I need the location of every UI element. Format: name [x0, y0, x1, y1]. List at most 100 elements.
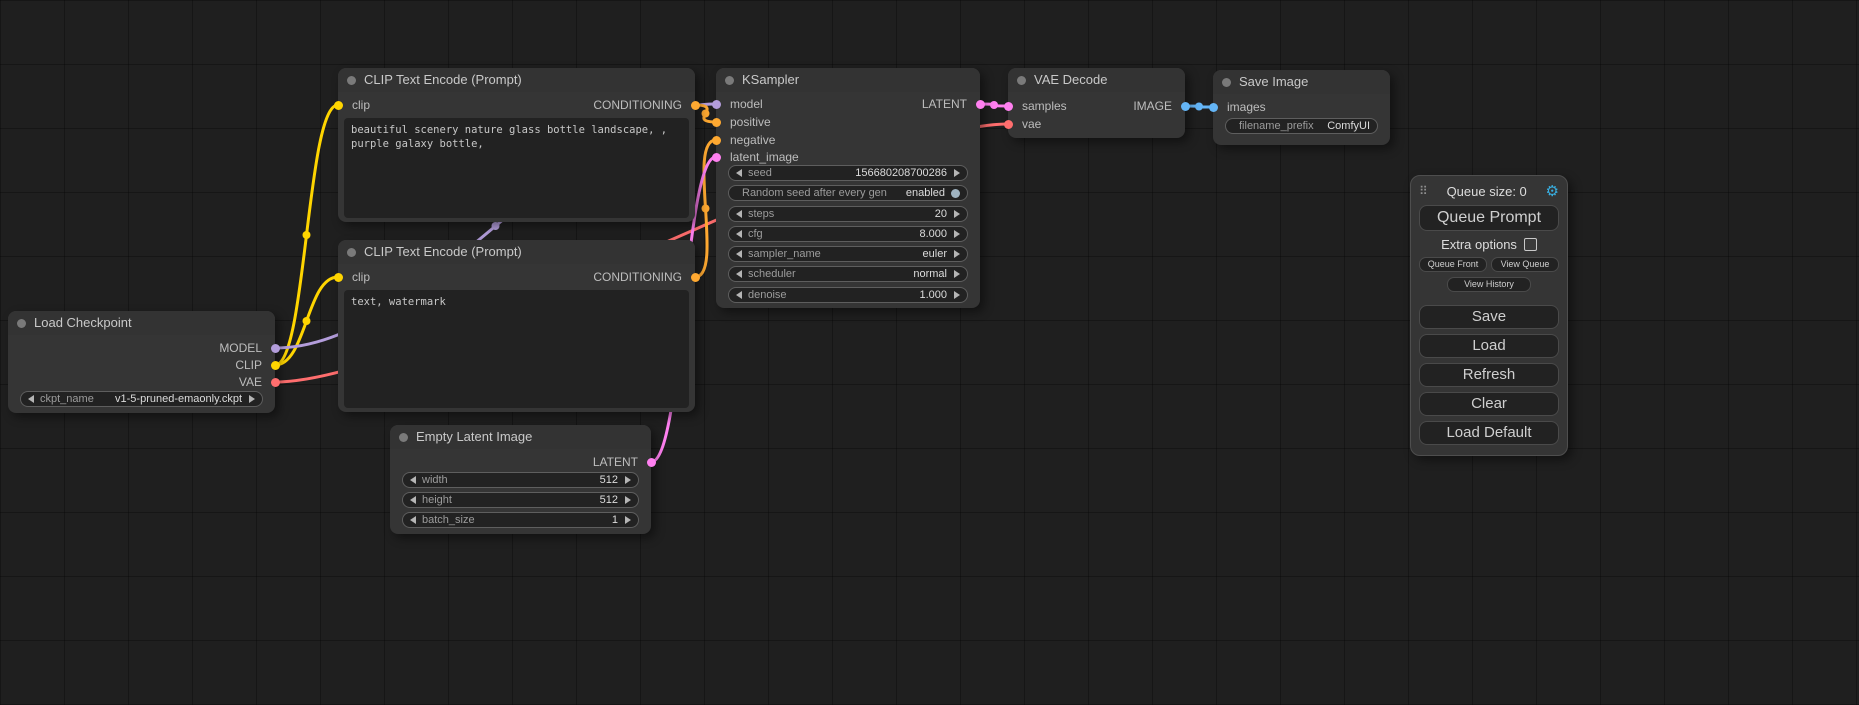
right-arrow-icon[interactable] [954, 169, 960, 177]
right-arrow-icon[interactable] [625, 496, 631, 504]
right-arrow-icon[interactable] [954, 210, 960, 218]
load-button[interactable]: Load [1419, 334, 1559, 358]
slot-label: VAE [239, 375, 262, 389]
widget-label: filename_prefix [1239, 120, 1314, 132]
left-arrow-icon[interactable] [736, 270, 742, 278]
node-clip-text-encode-positive[interactable]: CLIP Text Encode (Prompt) clip CONDITION… [338, 68, 695, 222]
node-title-bar[interactable]: CLIP Text Encode (Prompt) [338, 68, 695, 92]
load-default-button[interactable]: Load Default [1419, 421, 1559, 445]
widget-label: scheduler [748, 268, 796, 280]
node-collapse-dot[interactable] [399, 433, 408, 442]
clip-input-port[interactable] [334, 273, 343, 282]
refresh-button[interactable]: Refresh [1419, 363, 1559, 387]
slot-label: vae [1022, 117, 1041, 131]
view-queue-button[interactable]: View Queue [1491, 257, 1559, 272]
right-arrow-icon[interactable] [625, 476, 631, 484]
node-title: Empty Latent Image [416, 429, 532, 444]
model-output-port[interactable] [271, 344, 280, 353]
left-arrow-icon[interactable] [28, 395, 34, 403]
toggle-indicator-dot[interactable] [951, 189, 960, 198]
node-collapse-dot[interactable] [725, 76, 734, 85]
left-arrow-icon[interactable] [410, 496, 416, 504]
widget-value: 20 [935, 208, 947, 220]
denoise-widget[interactable]: denoise 1.000 [728, 287, 968, 303]
node-ksampler[interactable]: KSampler model positive negative latent_… [716, 68, 980, 308]
clip-output-port[interactable] [271, 361, 280, 370]
prompt-textarea[interactable]: text, watermark [344, 290, 689, 408]
drag-handle-icon[interactable]: ⠿ [1419, 184, 1428, 198]
seed-widget[interactable]: seed 156680208700286 [728, 165, 968, 181]
latent-output-port[interactable] [976, 100, 985, 109]
scheduler-widget[interactable]: scheduler normal [728, 266, 968, 282]
vae-output-port[interactable] [271, 378, 280, 387]
left-arrow-icon[interactable] [410, 476, 416, 484]
right-arrow-icon[interactable] [954, 250, 960, 258]
node-vae-decode[interactable]: VAE Decode samples vae IMAGE [1008, 68, 1185, 138]
conditioning-output-port[interactable] [691, 273, 700, 282]
output-slot-vae: VAE [239, 374, 275, 390]
left-arrow-icon[interactable] [410, 516, 416, 524]
steps-widget[interactable]: steps 20 [728, 206, 968, 222]
save-button[interactable]: Save [1419, 305, 1559, 329]
cfg-widget[interactable]: cfg 8.000 [728, 226, 968, 242]
prompt-textarea[interactable]: beautiful scenery nature glass bottle la… [344, 118, 689, 218]
widget-label: ckpt_name [40, 393, 94, 405]
node-title: CLIP Text Encode (Prompt) [364, 72, 522, 87]
latent-image-input-port[interactable] [712, 153, 721, 162]
model-input-port[interactable] [712, 100, 721, 109]
node-title-bar[interactable]: Save Image [1213, 70, 1390, 94]
clear-button[interactable]: Clear [1419, 392, 1559, 416]
widget-value: 1 [612, 514, 618, 526]
queue-front-button[interactable]: Queue Front [1419, 257, 1487, 272]
node-collapse-dot[interactable] [17, 319, 26, 328]
node-title-bar[interactable]: Load Checkpoint [8, 311, 275, 335]
node-empty-latent-image[interactable]: Empty Latent Image LATENT width 512 heig… [390, 425, 651, 534]
node-collapse-dot[interactable] [347, 76, 356, 85]
sampler-name-widget[interactable]: sampler_name euler [728, 246, 968, 262]
right-arrow-icon[interactable] [954, 270, 960, 278]
node-title-bar[interactable]: Empty Latent Image [390, 425, 651, 449]
width-widget[interactable]: width 512 [402, 472, 639, 488]
widget-label: denoise [748, 289, 787, 301]
node-title-bar[interactable]: KSampler [716, 68, 980, 92]
queue-prompt-button[interactable]: Queue Prompt [1419, 205, 1559, 231]
slot-label: clip [352, 98, 370, 112]
node-collapse-dot[interactable] [347, 248, 356, 257]
negative-input-port[interactable] [712, 136, 721, 145]
input-slot-negative: negative [716, 132, 775, 148]
vae-input-port[interactable] [1004, 120, 1013, 129]
left-arrow-icon[interactable] [736, 291, 742, 299]
left-arrow-icon[interactable] [736, 169, 742, 177]
widget-value: ComfyUI [1327, 120, 1370, 132]
right-arrow-icon[interactable] [249, 395, 255, 403]
settings-gear-icon[interactable]: ⚙ [1546, 182, 1559, 200]
batch-size-widget[interactable]: batch_size 1 [402, 512, 639, 528]
node-collapse-dot[interactable] [1222, 78, 1231, 87]
node-load-checkpoint[interactable]: Load Checkpoint MODEL CLIP VAE ckpt_name… [8, 311, 275, 413]
node-title-bar[interactable]: CLIP Text Encode (Prompt) [338, 240, 695, 264]
right-arrow-icon[interactable] [954, 291, 960, 299]
random-seed-toggle-widget[interactable]: Random seed after every gen enabled [728, 185, 968, 201]
filename-prefix-widget[interactable]: filename_prefix ComfyUI [1225, 118, 1378, 134]
left-arrow-icon[interactable] [736, 230, 742, 238]
node-title-bar[interactable]: VAE Decode [1008, 68, 1185, 92]
positive-input-port[interactable] [712, 118, 721, 127]
node-title: Load Checkpoint [34, 315, 132, 330]
right-arrow-icon[interactable] [954, 230, 960, 238]
left-arrow-icon[interactable] [736, 250, 742, 258]
node-clip-text-encode-negative[interactable]: CLIP Text Encode (Prompt) clip CONDITION… [338, 240, 695, 412]
conditioning-output-port[interactable] [691, 101, 700, 110]
node-collapse-dot[interactable] [1017, 76, 1026, 85]
ckpt-name-widget[interactable]: ckpt_name v1-5-pruned-emaonly.ckpt [20, 391, 263, 407]
images-input-port[interactable] [1209, 103, 1218, 112]
height-widget[interactable]: height 512 [402, 492, 639, 508]
view-history-button[interactable]: View History [1447, 277, 1531, 292]
clip-input-port[interactable] [334, 101, 343, 110]
right-arrow-icon[interactable] [625, 516, 631, 524]
latent-output-port[interactable] [647, 458, 656, 467]
node-save-image[interactable]: Save Image images filename_prefix ComfyU… [1213, 70, 1390, 145]
samples-input-port[interactable] [1004, 102, 1013, 111]
image-output-port[interactable] [1181, 102, 1190, 111]
left-arrow-icon[interactable] [736, 210, 742, 218]
extra-options-checkbox[interactable] [1524, 238, 1537, 251]
